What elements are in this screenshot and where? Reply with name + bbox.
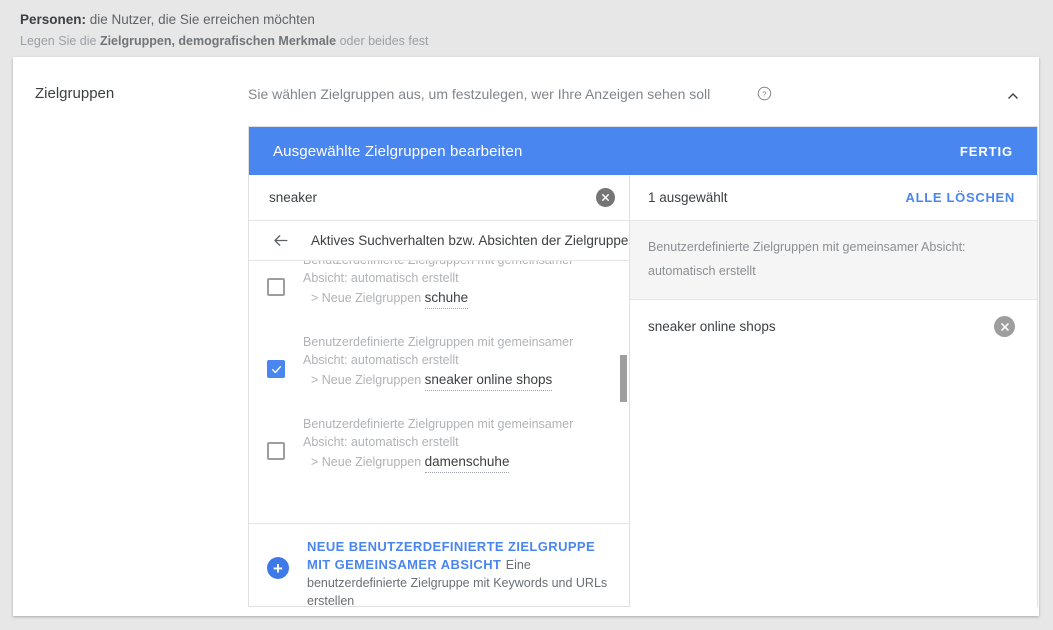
dialog-body: Aktives Suchverhalten bzw. Absichten der… bbox=[249, 175, 1037, 608]
checkbox-checked-icon[interactable] bbox=[267, 360, 285, 378]
search-row bbox=[249, 175, 629, 221]
path-line-3: > Neue Zielgruppen bbox=[311, 455, 422, 469]
chevron-up-icon[interactable] bbox=[1000, 83, 1026, 109]
list-item[interactable]: Benutzerdefinierte Zielgruppen mit gemei… bbox=[249, 403, 629, 485]
path-line-2: Absicht: automatisch erstellt bbox=[303, 271, 459, 285]
page-header: Personen: die Nutzer, die Sie erreichen … bbox=[0, 0, 1053, 57]
svg-text:?: ? bbox=[762, 89, 766, 98]
path-line-3: > Neue Zielgruppen bbox=[311, 291, 422, 305]
page-header-subtitle-b: oder beides fest bbox=[336, 34, 429, 48]
selected-pane: 1 ausgewählt ALLE LÖSCHEN Benutzerdefini… bbox=[630, 175, 1037, 607]
page-header-subtitle-a: Legen Sie die bbox=[20, 34, 100, 48]
arrow-back-icon[interactable] bbox=[269, 230, 291, 252]
plus-circle-icon[interactable]: + bbox=[267, 557, 289, 579]
checkbox-unchecked-icon[interactable] bbox=[267, 442, 285, 460]
selected-group-line-2: automatisch erstellt bbox=[648, 264, 756, 278]
path-line-1: Benutzerdefinierte Zielgruppen mit gemei… bbox=[303, 417, 574, 431]
list-item-name: damenschuhe bbox=[424, 453, 510, 473]
selected-count: 1 ausgewählt bbox=[648, 190, 728, 205]
new-custom-audience-title: Neue benutzerdefinierte Zielgruppe mit g… bbox=[307, 539, 596, 572]
clear-search-icon[interactable] bbox=[596, 188, 615, 207]
selected-header: 1 ausgewählt ALLE LÖSCHEN bbox=[630, 175, 1037, 221]
new-custom-audience-button[interactable]: + Neue benutzerdefinierte Zielgruppe mit… bbox=[249, 523, 629, 608]
page-header-subtitle: Legen Sie die Zielgruppen, demografische… bbox=[20, 32, 1053, 50]
path-line-1: Benutzerdefinierte Zielgruppen mit gemei… bbox=[303, 261, 573, 267]
edit-audiences-dialog: Ausgewählte Zielgruppen bearbeiten FERTI… bbox=[248, 126, 1038, 608]
card-header: Zielgruppen Sie wählen Zielgruppen aus, … bbox=[13, 57, 1039, 131]
page-header-title-bold: Personen: bbox=[20, 12, 87, 27]
page-header-subtitle-bold: Zielgruppen, demografischen Merkmale bbox=[99, 34, 337, 48]
clear-all-button[interactable]: ALLE LÖSCHEN bbox=[905, 190, 1015, 205]
list-item-name: sneaker online shops bbox=[424, 371, 553, 391]
help-circle-icon[interactable]: ? bbox=[757, 86, 772, 101]
selected-group-line-1: Benutzerdefinierte Zielgruppen mit gemei… bbox=[648, 240, 966, 254]
scrollbar-thumb[interactable] bbox=[620, 355, 627, 402]
path-line-3: > Neue Zielgruppen bbox=[311, 373, 422, 387]
dialog-title: Ausgewählte Zielgruppen bearbeiten bbox=[273, 142, 523, 160]
path-line-2: Absicht: automatisch erstellt bbox=[303, 435, 459, 449]
selected-group-header: Benutzerdefinierte Zielgruppen mit gemei… bbox=[630, 221, 1037, 300]
list-item[interactable]: Benutzerdefinierte Zielgruppen mit gemei… bbox=[249, 321, 629, 403]
audience-list: Benutzerdefinierte Zielgruppen mit gemei… bbox=[249, 261, 629, 523]
list-item-name: schuhe bbox=[424, 289, 469, 309]
selected-item: sneaker online shops bbox=[630, 300, 1037, 353]
breadcrumb: Aktives Suchverhalten bzw. Absichten der… bbox=[311, 233, 629, 248]
page-header-title-rest: die Nutzer, die Sie erreichen möchten bbox=[86, 12, 315, 27]
page-title: Zielgruppen bbox=[35, 85, 115, 102]
breadcrumb-row[interactable]: Aktives Suchverhalten bzw. Absichten der… bbox=[249, 221, 629, 261]
list-item[interactable]: Benutzerdefinierte Zielgruppen mit gemei… bbox=[249, 261, 629, 321]
page-header-title: Personen: die Nutzer, die Sie erreichen … bbox=[20, 11, 1053, 29]
card-subtitle: Sie wählen Zielgruppen aus, um festzuleg… bbox=[248, 86, 711, 102]
done-button[interactable]: FERTIG bbox=[960, 144, 1013, 159]
selected-item-name: sneaker online shops bbox=[648, 319, 776, 334]
audiences-card: Zielgruppen Sie wählen Zielgruppen aus, … bbox=[13, 57, 1039, 616]
list-scrollbar[interactable] bbox=[620, 261, 628, 523]
dialog-title-bar: Ausgewählte Zielgruppen bearbeiten FERTI… bbox=[249, 127, 1037, 175]
path-line-2: Absicht: automatisch erstellt bbox=[303, 353, 459, 367]
search-input[interactable] bbox=[269, 190, 596, 205]
remove-circle-icon[interactable] bbox=[994, 316, 1015, 337]
path-line-1: Benutzerdefinierte Zielgruppen mit gemei… bbox=[303, 335, 574, 349]
browse-pane: Aktives Suchverhalten bzw. Absichten der… bbox=[249, 175, 630, 608]
checkbox-unchecked-icon[interactable] bbox=[267, 278, 285, 296]
